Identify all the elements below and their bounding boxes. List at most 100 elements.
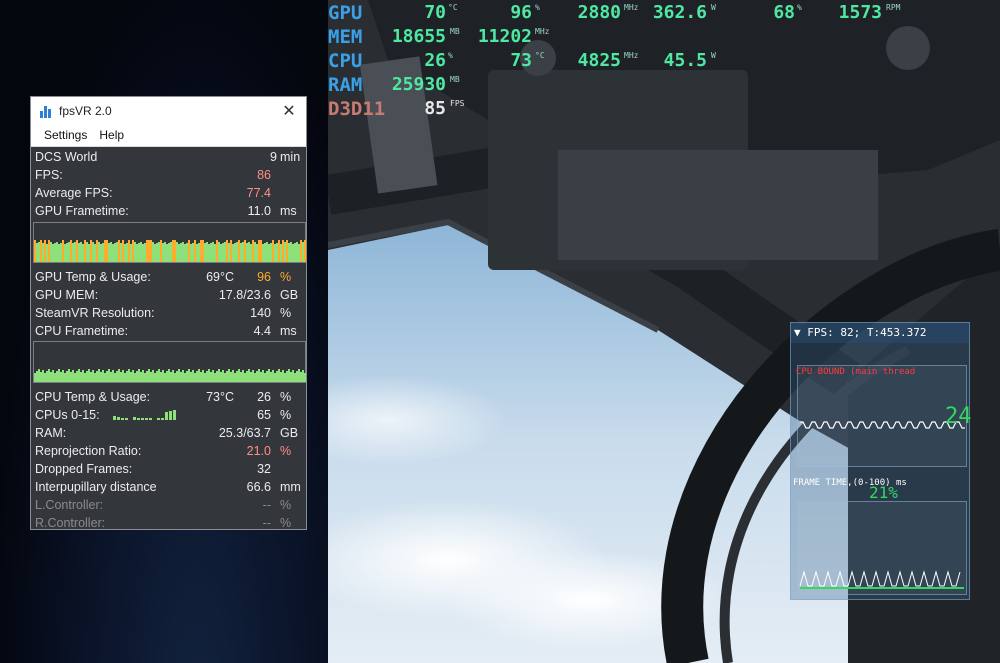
cpu-core-bar [117,417,120,420]
cpu-core-bar [145,418,148,420]
app-time-unit: min [280,150,301,164]
osd-mem-clock: 11202 [477,26,532,47]
osd-cpu-usage: 26 [424,50,446,71]
cpu-temp-value: 73°C [206,390,234,404]
osd-api-fps-unit: FPS [450,99,465,108]
bar-chart-icon [39,104,53,118]
cpu-core-bars [113,409,176,420]
cpu-core-bar [153,419,156,420]
cpu-usage-value: 26 [257,390,271,404]
osd-gpu-fan-unit: % [797,3,802,12]
osd-cpu-temp: 73 [510,50,532,71]
gpu-ft-label: GPU Frametime: [35,204,129,218]
fps-value: 86 [257,168,271,182]
frame-time-trace [799,570,964,589]
row-app: DCS World 9 min [31,148,306,166]
osd-cpu-label: CPU [328,50,363,72]
osd-gpu-label: GPU [328,2,363,24]
osd-cpu-temp-unit: °C [535,51,545,60]
osd-gpu-clock-unit: MHz [624,3,639,12]
row-cpu-temp: CPU Temp & Usage: 73°C 26 % [31,388,306,406]
osd-gpu-usage: 96 [510,2,532,23]
ipd-value: 66.6 [246,480,271,494]
osd-ram-used-unit: MB [450,75,460,84]
row-gpu-mem: GPU MEM: 17.8/23.6 GB [31,286,306,304]
row-fps: FPS: 86 [31,166,306,184]
reproj-label: Reprojection Ratio: [35,444,142,458]
osd-gpu-rpm: 1573 [838,2,882,23]
frame-trace-line [799,570,961,587]
osd-gpu-rpm-unit: RPM [886,3,901,12]
osd-mem-clock-unit: MHz [535,27,550,36]
reproj-unit: % [280,444,292,458]
gpu-mem-label: GPU MEM: [35,288,99,302]
overlay-percent: 21% [869,483,898,502]
cpus-unit: % [280,408,292,422]
app-time: 9 [270,150,277,164]
gpu-ft-value: 11.0 [247,204,271,218]
row-gpu-temp: GPU Temp & Usage: 69°C 96 % [31,268,306,286]
cpu-frametime-graph [33,341,306,383]
row-reprojection: Reprojection Ratio: 21.0 % [31,442,306,460]
cpu-bound-label: CPU BOUND (main thread [796,367,916,377]
cpus-label: CPUs 0-15: [35,408,100,422]
row-r-controller: R.Controller: -- % [31,514,306,532]
dropped-value: 32 [257,462,271,476]
reproj-value: 21.0 [246,444,271,458]
osd-api-label: D3D11 [328,98,386,120]
row-gpu-ft: GPU Frametime: 11.0 ms [31,202,306,220]
close-icon[interactable]: ✕ [280,101,298,121]
cpu-core-bar [169,411,172,420]
gpu-ft-unit: ms [280,204,297,218]
gpu-mem-unit: GB [280,288,299,302]
cpus-value: 65 [257,408,271,422]
gpu-usage-value: 96 [257,270,271,284]
gpu-frametime-graph [33,222,306,263]
dropped-label: Dropped Frames: [35,462,133,476]
osd-api-fps: 85 [424,98,446,119]
osd-cpu-clock: 4825 [577,50,621,71]
row-l-controller: L.Controller: -- % [31,496,306,514]
steamvr-value: 140 [250,306,271,320]
row-cpu-ft: CPU Frametime: 4.4 ms [31,322,306,340]
osd-ram-label: RAM [328,74,363,96]
osd-gpu-power-unit: W [711,3,716,12]
cpu-core-bar [161,418,164,420]
row-cpus: CPUs 0-15: 65 % [31,406,306,424]
osd-mem-used-unit: MB [450,27,460,36]
gpu-temp-value: 69°C [206,270,234,284]
hud-readout: 24 [945,404,972,429]
rctrl-value: -- [262,516,271,530]
lctrl-label: L.Controller: [35,498,104,512]
menu-bar: Settings Help [31,124,306,147]
cpu-core-bar [121,418,124,420]
fpsvr-window: fpsVR 2.0 ✕ Settings Help DCS World 9 mi… [30,96,307,530]
gpu-mem-value: 17.8/23.6 [218,288,271,302]
ram-value: 25.3/63.7 [218,426,271,440]
osd-cpu-power-unit: W [711,51,716,60]
ram-unit: GB [280,426,299,440]
row-ipd: Interpupillary distance 66.6 mm [31,478,306,496]
rctrl-label: R.Controller: [35,516,106,530]
window-title: fpsVR 2.0 [59,103,112,118]
cpu-ft-unit: ms [280,324,297,338]
cpu-usage-unit: % [280,390,292,404]
cpu-core-bar [157,418,160,420]
row-steamvr: SteamVR Resolution: 140 % [31,304,306,322]
ipd-unit: mm [280,480,301,494]
menu-settings[interactable]: Settings [31,128,95,142]
cpu-frame-trace [800,421,965,429]
gpu-temp-label: GPU Temp & Usage: [35,270,151,284]
gpu-frametime-bar [304,240,306,262]
cpu-temp-label: CPU Temp & Usage: [35,390,151,404]
ipd-label: Interpupillary distance [35,480,157,494]
menu-help[interactable]: Help [95,128,132,142]
cpu-core-bar [149,418,152,420]
cpu-ft-value: 4.4 [253,324,271,338]
title-bar[interactable]: fpsVR 2.0 ✕ [31,97,306,124]
ram-label: RAM: [35,426,67,440]
row-avg-fps: Average FPS: 77.4 [31,184,306,202]
rctrl-unit: % [280,516,292,530]
cpu-core-bar [129,419,132,420]
overlay-header[interactable]: ▼ FPS: 82; T:453.372 [791,323,969,343]
